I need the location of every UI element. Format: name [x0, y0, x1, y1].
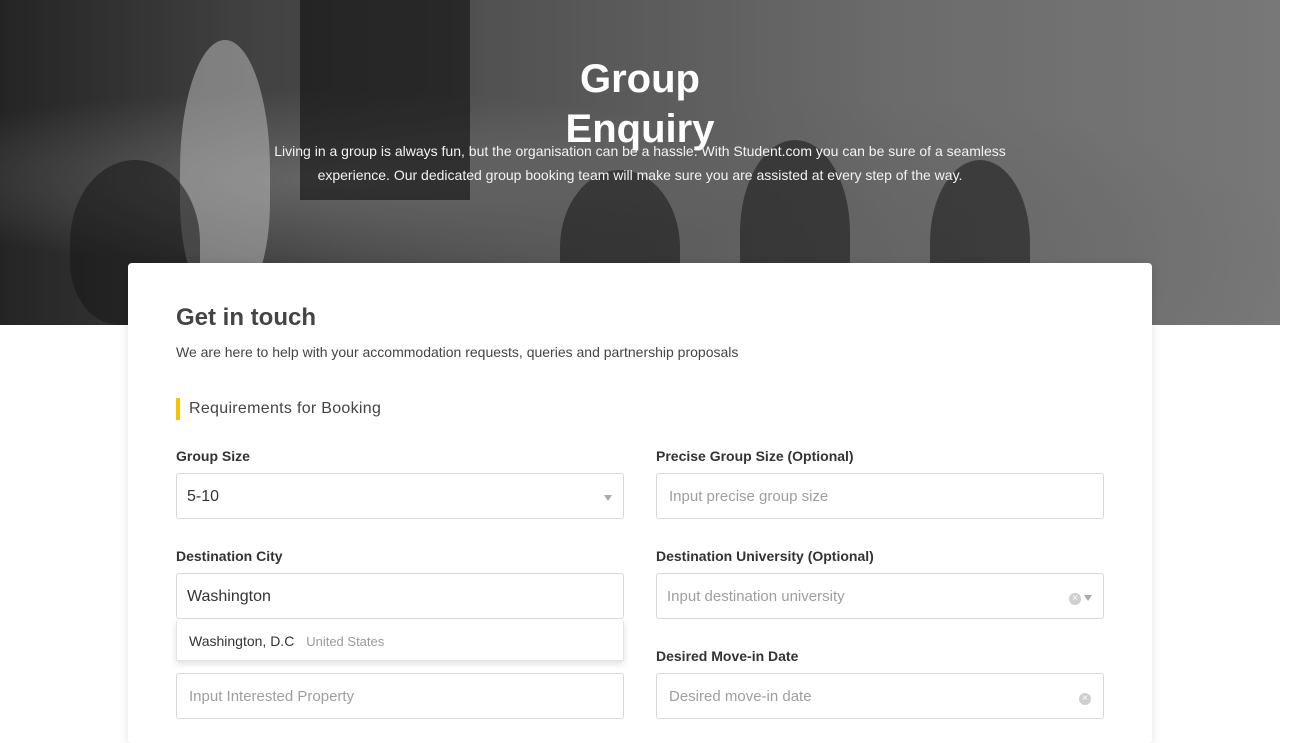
chevron-down-icon[interactable] [604, 495, 612, 501]
form-title: Get in touch [176, 304, 316, 331]
group-size-select[interactable]: 5-10 [176, 473, 624, 519]
group-size-label: Group Size [176, 448, 250, 464]
city-suggestion-item[interactable]: Washington, D.C United States [189, 633, 384, 649]
clear-icon[interactable]: × [1069, 593, 1081, 605]
precise-group-size-field[interactable] [656, 473, 1104, 519]
hero-description: Living in a group is always fun, but the… [274, 143, 1006, 183]
destination-city-value[interactable]: Washington [187, 587, 271, 607]
interested-property-field[interactable] [176, 673, 624, 719]
suggestion-city: Washington, D.C [189, 633, 295, 649]
city-suggestion-dropdown: Washington, D.C United States [176, 621, 624, 661]
destination-university-field[interactable]: × [656, 573, 1104, 619]
move-in-date-field[interactable]: × [656, 673, 1104, 719]
group-size-value: 5-10 [187, 488, 220, 505]
destination-city-field[interactable]: Washington [176, 573, 624, 619]
precise-group-size-label: Precise Group Size (Optional) [656, 448, 854, 464]
destination-university-input[interactable] [667, 587, 1047, 607]
precise-group-size-input[interactable] [669, 487, 999, 507]
move-in-date-label: Desired Move-in Date [656, 648, 799, 664]
destination-university-label: Destination University (Optional) [656, 548, 874, 564]
move-in-date-input[interactable] [669, 687, 999, 707]
clear-icon[interactable]: × [1079, 693, 1091, 705]
chevron-down-icon[interactable] [1084, 595, 1092, 601]
destination-city-label: Destination City [176, 548, 283, 564]
section-title: Requirements for Booking [176, 398, 381, 420]
interested-property-input[interactable] [189, 687, 519, 707]
enquiry-card: Get in touch We are here to help with yo… [128, 263, 1152, 743]
suggestion-country: United States [306, 634, 385, 649]
form-subtitle: We are here to help with your accommodat… [176, 344, 739, 360]
side-frame [0, 338, 125, 735]
